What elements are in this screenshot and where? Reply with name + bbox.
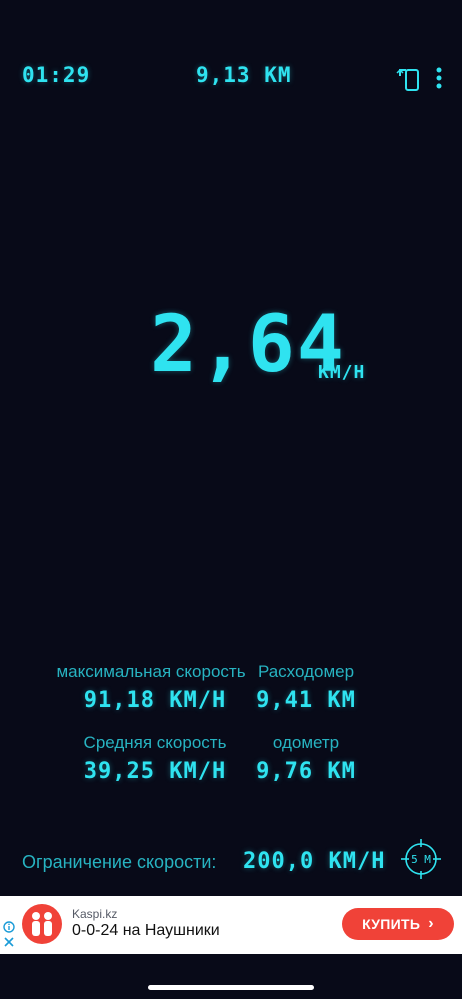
ad-close-icon[interactable] [3, 935, 15, 947]
trip-meter-value: 9,41 KM [256, 688, 356, 713]
chevron-right-icon: › [428, 915, 434, 932]
buy-button-label: КУПИТЬ [362, 916, 421, 932]
odometer-value: 9,76 KM [256, 759, 356, 784]
advertiser-logo [22, 904, 62, 944]
speed-value: 2,64 [150, 300, 346, 390]
max-speed-value: 91,18 KM/H [83, 688, 227, 713]
home-indicator[interactable] [148, 985, 314, 990]
odometer-label: одометр [272, 733, 340, 752]
ad-source: Kaspi.kz [72, 907, 118, 921]
ad-title[interactable]: 0-0-24 на Наушники [72, 922, 220, 940]
trip-meter-label: Расходомер [257, 662, 355, 681]
speed-unit: KM/H [318, 362, 366, 383]
max-speed-label: максимальная скорость [56, 662, 246, 681]
trip-distance: 9,13 KM [196, 63, 292, 87]
speed-limit-label: Ограничение скорости: [22, 852, 217, 872]
speed-limit-value[interactable]: 200,0 KM/H [243, 849, 385, 874]
screen-rotate-icon[interactable] [396, 64, 422, 92]
clock-time: 01:29 [22, 63, 91, 87]
current-speed: 2,64 KM/H [150, 300, 410, 400]
avg-speed-value: 39,25 KM/H [83, 759, 227, 784]
buy-button[interactable]: КУПИТЬ › [342, 908, 454, 940]
avg-speed-label: Средняя скорость [83, 733, 227, 752]
more-vertical-icon[interactable] [432, 66, 446, 92]
gps-accuracy-icon[interactable]: 5 M [400, 838, 442, 880]
speedometer-screen: 01:29 9,13 KM 2,64 KM/H максимальная ско… [0, 0, 462, 999]
gps-accuracy-text: 5 M [411, 853, 431, 866]
ad-info-icon[interactable] [3, 920, 15, 933]
